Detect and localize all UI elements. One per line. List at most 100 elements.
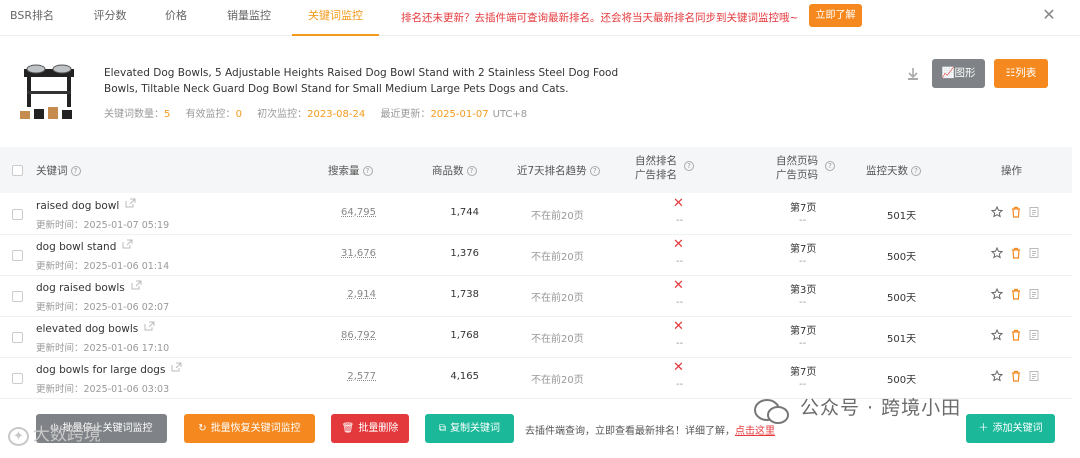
search-volume[interactable]: 31,676 <box>341 248 376 259</box>
trash-icon[interactable] <box>1010 206 1022 218</box>
copy-keywords-label: 复制关键词 <box>450 423 501 434</box>
plugin-hint-link[interactable]: 点击这里 <box>735 426 775 437</box>
tab-price[interactable]: 价格 <box>150 0 202 36</box>
add-keyword-button[interactable]: ＋添加关键词 <box>966 414 1055 443</box>
select-all-checkbox[interactable] <box>12 165 23 176</box>
chart-view-button[interactable]: 📈图形 <box>932 59 985 88</box>
natural-page: 第7页 <box>790 203 817 214</box>
star-icon[interactable] <box>991 329 1003 341</box>
help-icon[interactable]: ? <box>362 166 373 176</box>
trash-icon[interactable] <box>1010 288 1022 300</box>
note-icon[interactable] <box>1028 288 1040 300</box>
header-monitor-days: 监控天数? <box>866 163 921 178</box>
external-link-icon[interactable] <box>125 198 136 208</box>
rank-trend: 不在前20页 <box>531 293 584 304</box>
row-checkbox[interactable] <box>12 332 23 343</box>
header-search-volume-label: 搜索量 <box>328 165 360 177</box>
star-icon[interactable] <box>991 288 1003 300</box>
search-volume[interactable]: 64,795 <box>341 207 376 218</box>
copy-keywords-button[interactable]: ⧉ 复制关键词 <box>425 414 514 443</box>
wechat-watermark: 公众号 · 跨境小田 <box>800 397 962 419</box>
note-icon[interactable] <box>1028 329 1040 341</box>
keyword-text: dog bowls for large dogs <box>36 364 166 376</box>
keyword-cell: raised dog bowl <box>36 198 136 212</box>
ad-rank: -- <box>676 297 684 308</box>
not-ranked-icon: ✕ <box>673 237 684 252</box>
header-monitor-days-label: 监控天数 <box>866 165 908 177</box>
download-icon[interactable] <box>905 66 921 82</box>
rank-trend: 不在前20页 <box>531 334 584 345</box>
updated-time: 更新时间：2025-01-06 02:07 <box>36 302 170 313</box>
timezone: UTC+8 <box>492 109 528 120</box>
trash-icon[interactable] <box>1010 247 1022 259</box>
external-link-icon[interactable] <box>144 321 155 331</box>
monitor-days: 501天 <box>887 334 917 345</box>
help-icon[interactable]: ? <box>466 166 477 176</box>
list-view-label: 列表 <box>1015 67 1037 79</box>
trash-icon[interactable] <box>1010 329 1022 341</box>
bulk-restore-label: 批量恢复关键词监控 <box>210 423 301 434</box>
not-ranked-icon: ✕ <box>673 360 684 375</box>
trash-icon[interactable] <box>1010 370 1022 382</box>
first-monitor-label: 初次监控： <box>257 109 308 120</box>
table-row: raised dog bowl 更新时间：2025-01-07 05:19 64… <box>0 194 1072 235</box>
header-trend-label: 近7天排名趋势 <box>517 165 587 177</box>
header-keyword-label: 关键词 <box>36 165 68 177</box>
help-icon[interactable]: ? <box>825 161 835 171</box>
learn-more-button[interactable]: 立即了解 <box>809 4 862 27</box>
ad-page: -- <box>799 379 807 390</box>
wechat-logo <box>754 399 789 424</box>
search-volume[interactable]: 2,577 <box>347 371 376 382</box>
table-row: dog raised bowls 更新时间：2025-01-06 02:07 2… <box>0 276 1072 317</box>
ad-page: -- <box>799 256 807 267</box>
row-checkbox[interactable] <box>12 250 23 261</box>
updated-time: 更新时间：2025-01-06 17:10 <box>36 343 170 354</box>
bulk-restore-monitor-button[interactable]: ↻ 批量恢复关键词监控 <box>184 414 315 443</box>
bulk-delete-button[interactable]: 🗑 批量删除 <box>331 414 409 443</box>
tab-rating-count[interactable]: 评分数 <box>82 0 138 36</box>
external-link-icon[interactable] <box>131 280 142 290</box>
tab-keyword-monitor[interactable]: 关键词监控 <box>292 0 379 36</box>
help-icon[interactable]: ? <box>70 166 81 176</box>
tab-sales-monitor[interactable]: 销量监控 <box>214 0 284 36</box>
tab-bsr-rank[interactable]: BSR排名 <box>0 0 64 36</box>
keyword-count: 5 <box>164 109 171 120</box>
help-icon[interactable]: ? <box>911 166 921 176</box>
star-icon[interactable] <box>991 247 1003 259</box>
help-icon[interactable]: ? <box>684 161 694 171</box>
product-count: 1,744 <box>450 207 479 218</box>
table-row: dog bowl stand 更新时间：2025-01-06 01:14 31,… <box>0 235 1072 276</box>
star-icon[interactable] <box>991 370 1003 382</box>
chart-icon: 📈 <box>941 67 955 79</box>
valid-monitor-count: 0 <box>235 109 242 120</box>
note-icon[interactable] <box>1028 247 1040 259</box>
row-checkbox[interactable] <box>12 291 23 302</box>
keyword-text: dog raised bowls <box>36 282 125 294</box>
header-search-volume: 搜索量? <box>328 163 373 178</box>
product-count: 1,768 <box>450 330 479 341</box>
product-title: Elevated Dog Bowls, 5 Adjustable Heights… <box>104 67 619 95</box>
rank-trend: 不在前20页 <box>531 375 584 386</box>
external-link-icon[interactable] <box>171 362 182 372</box>
row-checkbox[interactable] <box>12 209 23 220</box>
note-icon[interactable] <box>1028 370 1040 382</box>
list-view-button[interactable]: ☷列表 <box>994 59 1048 88</box>
header-keyword: 关键词? <box>36 163 81 178</box>
keyword-cell: elevated dog bowls <box>36 321 155 335</box>
star-icon[interactable] <box>991 206 1003 218</box>
note-icon[interactable] <box>1028 206 1040 218</box>
header-ad-page-label: 广告页码 <box>776 169 818 181</box>
external-link-icon[interactable] <box>122 239 133 249</box>
not-ranked-icon: ✕ <box>673 196 684 211</box>
rank-trend: 不在前20页 <box>531 252 584 263</box>
search-volume[interactable]: 2,914 <box>347 289 376 300</box>
add-keyword-label: 添加关键词 <box>992 423 1043 434</box>
close-icon[interactable]: ✕ <box>1040 6 1058 24</box>
plugin-hint: 去插件端查询，立即查看最新排名！详细了解，点击这里 <box>525 422 775 437</box>
search-volume[interactable]: 86,792 <box>341 330 376 341</box>
help-icon[interactable]: ? <box>589 166 600 176</box>
keyword-text: dog bowl stand <box>36 241 117 253</box>
row-checkbox[interactable] <box>12 373 23 384</box>
keyword-count-label: 关键词数量： <box>104 109 164 120</box>
bulk-delete-label: 批量删除 <box>358 423 399 434</box>
